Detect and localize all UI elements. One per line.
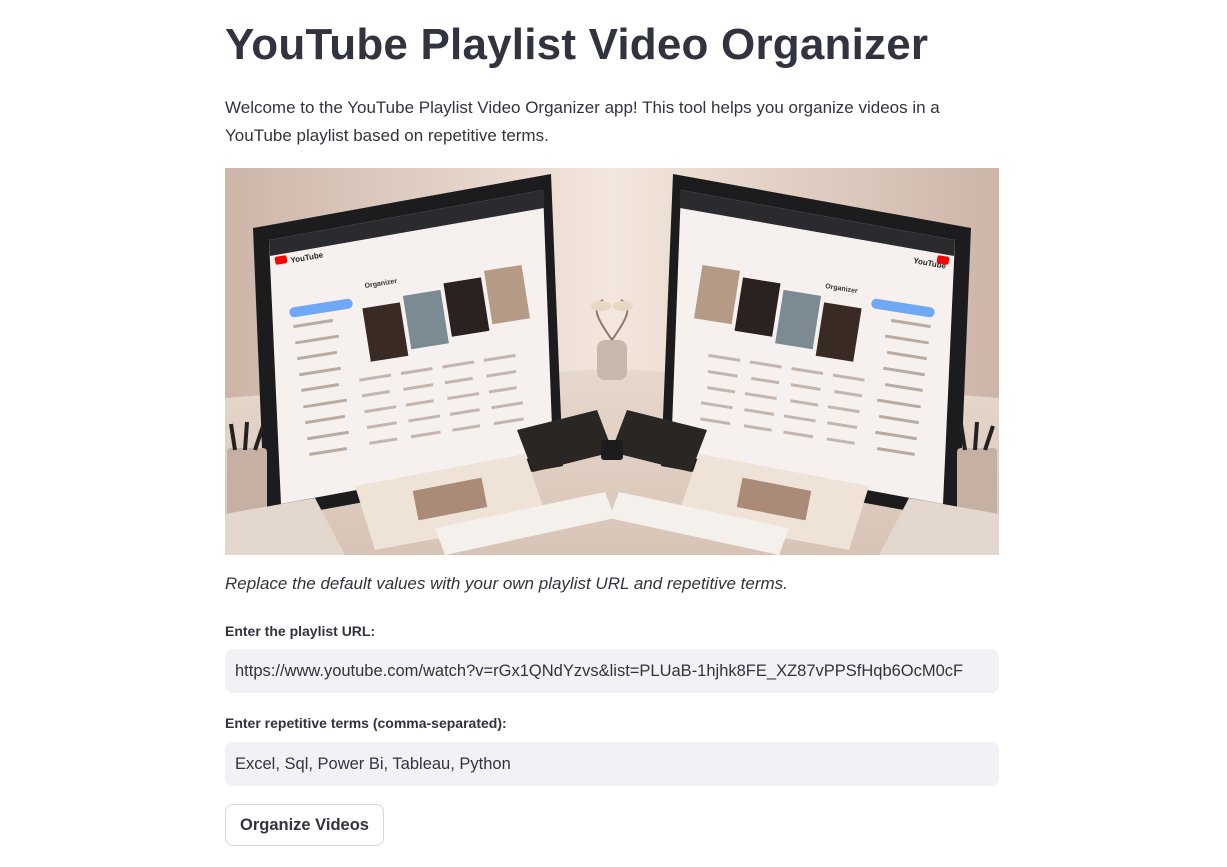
hero-image: YouTube Organizer YouTube Organizer [225,168,999,555]
repetitive-terms-label: Enter repetitive terms (comma-separated)… [225,715,507,731]
playlist-url-input[interactable] [225,649,999,693]
repetitive-terms-input[interactable] [225,742,999,786]
desk-illustration: YouTube Organizer YouTube Organizer [225,168,999,555]
intro-text: Welcome to the YouTube Playlist Video Or… [225,98,940,145]
organize-videos-button[interactable]: Organize Videos [225,804,384,846]
page-title: YouTube Playlist Video Organizer [225,20,929,69]
instructions-caption: Replace the default values with your own… [225,574,788,593]
playlist-url-label: Enter the playlist URL: [225,623,376,639]
